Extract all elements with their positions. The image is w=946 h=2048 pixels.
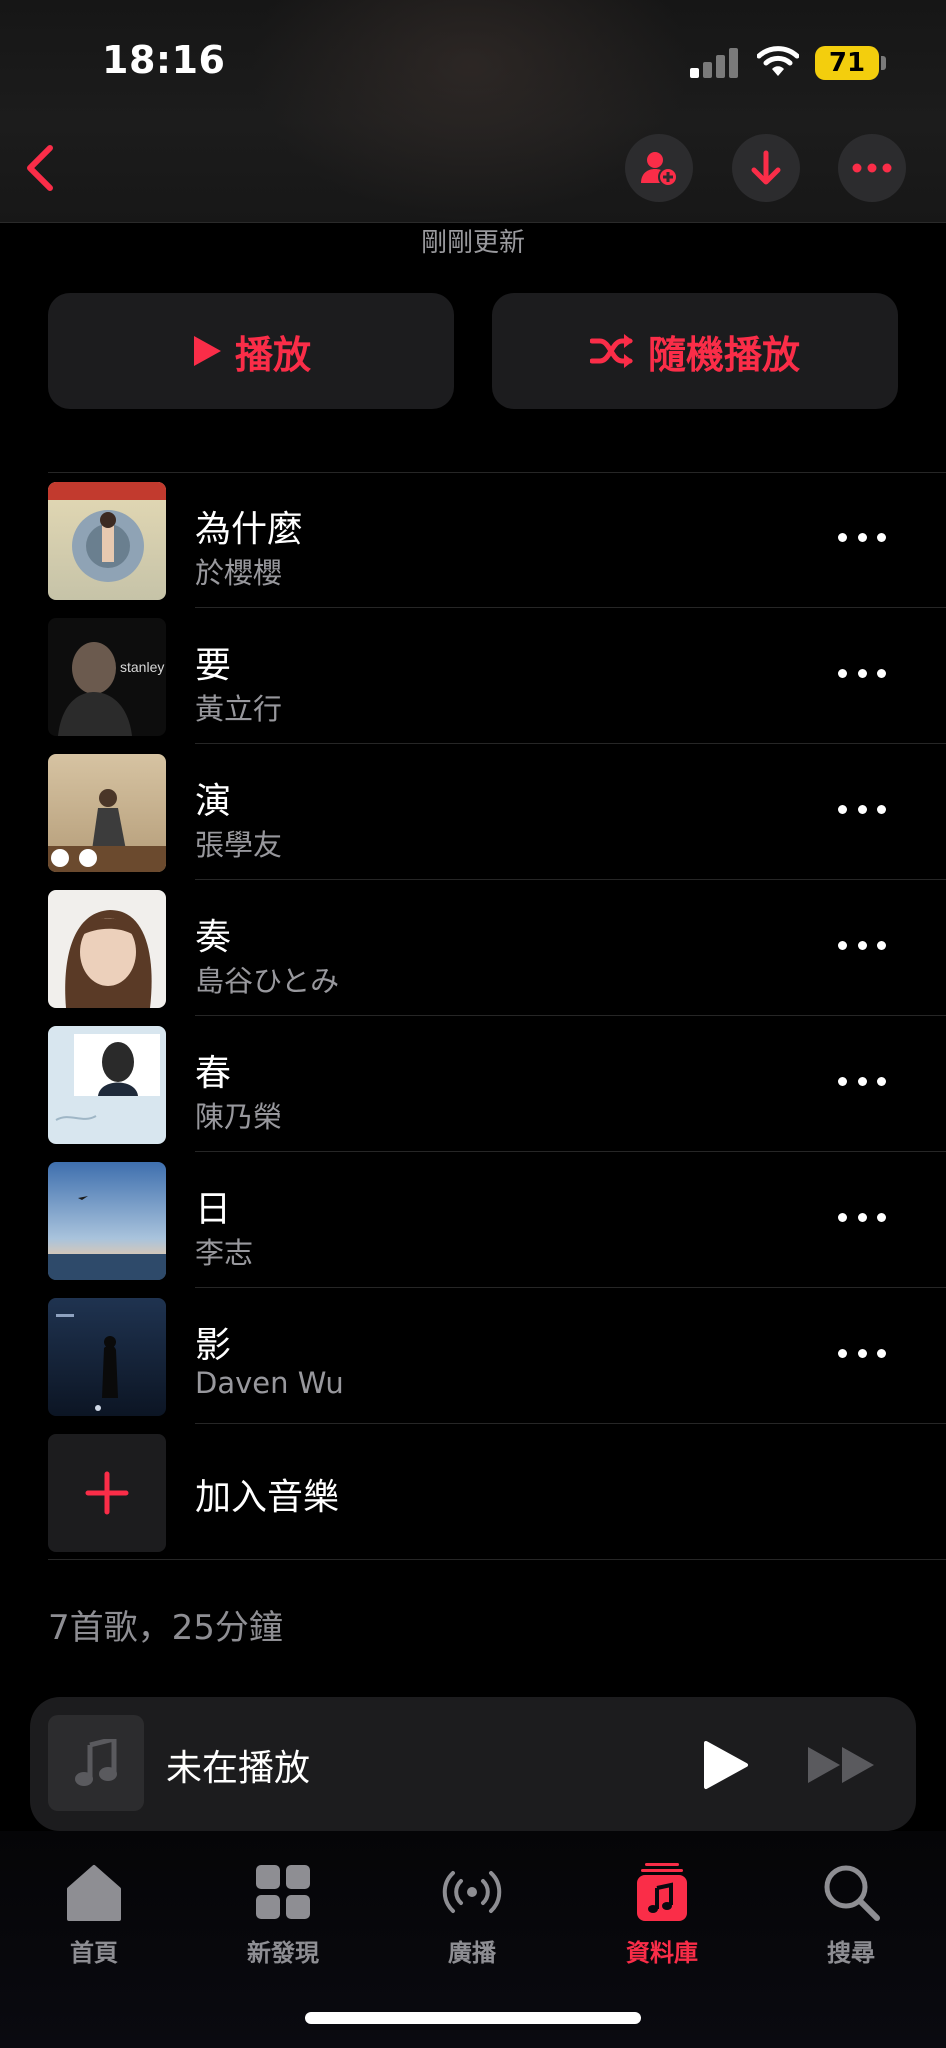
tab-library[interactable]: 資料庫 — [587, 1861, 737, 1968]
mini-player[interactable]: 未在播放 — [30, 1697, 916, 1831]
play-button[interactable]: 播放 — [48, 293, 454, 409]
shuffle-button[interactable]: 隨機播放 — [492, 293, 898, 409]
svg-text:stanley: stanley — [120, 659, 164, 675]
music-note-icon — [75, 1739, 117, 1786]
more-options-button[interactable] — [838, 134, 906, 202]
song-row[interactable]: 影 Daven Wu — [0, 1288, 946, 1424]
album-artwork — [48, 482, 166, 600]
download-button[interactable] — [732, 134, 800, 202]
updated-label: 剛剛更新 — [420, 228, 525, 258]
status-time: 18:16 — [102, 38, 226, 82]
tab-label: 首頁 — [70, 1939, 118, 1967]
song-row[interactable]: 日 李志 — [0, 1152, 946, 1288]
plus-icon — [85, 1471, 129, 1515]
add-music-button[interactable] — [48, 1434, 166, 1552]
play-icon — [193, 336, 221, 366]
song-artist: 於櫻櫻 — [195, 556, 283, 590]
album-artwork — [48, 1162, 166, 1280]
song-more-button[interactable] — [838, 1066, 886, 1096]
home-icon — [67, 1865, 121, 1921]
song-artist: 島谷ひとみ — [195, 964, 340, 998]
mini-play-button[interactable] — [696, 1737, 752, 1793]
add-music-row[interactable]: 加入音樂 — [0, 1424, 946, 1560]
battery-indicator: 71 — [815, 46, 879, 80]
playlist-summary: 7首歌，25分鐘 — [48, 1608, 283, 1648]
search-icon — [824, 1865, 880, 1921]
tab-label: 搜尋 — [827, 1939, 875, 1967]
tab-radio[interactable]: 廣播 — [397, 1861, 547, 1968]
battery-tip — [881, 56, 886, 70]
shuffle-icon — [589, 334, 633, 368]
song-artist: 李志 — [195, 1236, 254, 1270]
tab-label: 資料庫 — [626, 1939, 698, 1967]
song-more-button[interactable] — [838, 522, 886, 552]
radio-icon — [442, 1871, 502, 1913]
tab-search[interactable]: 搜尋 — [776, 1861, 926, 1968]
song-title: 影 — [195, 1325, 232, 1366]
home-indicator[interactable] — [305, 2012, 641, 2024]
song-more-button[interactable] — [838, 1338, 886, 1368]
back-chevron-icon[interactable] — [18, 140, 62, 196]
song-more-button[interactable] — [838, 930, 886, 960]
song-artist: 黃立行 — [195, 692, 283, 726]
album-artwork — [48, 1298, 166, 1416]
play-button-label: 播放 — [234, 332, 311, 377]
cellular-signal-icon — [690, 46, 740, 78]
header-glow — [250, 0, 690, 222]
tab-browse[interactable]: 新發現 — [208, 1861, 358, 1968]
song-title: 要 — [195, 645, 232, 686]
fast-forward-button[interactable] — [806, 1741, 878, 1789]
row-divider — [48, 1559, 946, 1560]
mini-player-artwork — [48, 1715, 144, 1811]
song-title: 演 — [195, 781, 232, 822]
library-icon — [637, 1863, 687, 1921]
song-more-button[interactable] — [838, 658, 886, 688]
song-row[interactable]: 春 陳乃榮 — [0, 1016, 946, 1152]
add-music-label: 加入音樂 — [195, 1477, 340, 1518]
song-artist: 陳乃榮 — [195, 1100, 283, 1134]
grid-icon — [256, 1865, 310, 1919]
song-row[interactable]: 演 張學友 — [0, 744, 946, 880]
tab-home[interactable]: 首頁 — [19, 1861, 169, 1968]
song-title: 奏 — [195, 917, 232, 958]
song-more-button[interactable] — [838, 794, 886, 824]
album-artwork — [48, 754, 166, 872]
album-artwork: stanley — [48, 618, 166, 736]
song-artist: Daven Wu — [195, 1366, 344, 1400]
song-row[interactable]: 奏 島谷ひとみ — [0, 880, 946, 1016]
download-arrow-icon — [751, 150, 781, 185]
song-row[interactable]: 為什麼 於櫻櫻 — [0, 472, 946, 608]
person-add-icon — [641, 152, 678, 187]
song-title: 為什麼 — [195, 509, 304, 550]
song-title: 春 — [195, 1053, 232, 1094]
album-artwork — [48, 890, 166, 1008]
shuffle-button-label: 隨機播放 — [647, 332, 800, 377]
wifi-icon — [757, 46, 799, 76]
song-row[interactable]: stanley 要 黃立行 — [0, 608, 946, 744]
tab-label: 新發現 — [247, 1939, 319, 1967]
song-more-button[interactable] — [838, 1202, 886, 1232]
song-artist: 張學友 — [195, 828, 283, 862]
add-collaborator-button[interactable] — [625, 134, 693, 202]
mini-player-title: 未在播放 — [166, 1748, 311, 1789]
tab-label: 廣播 — [448, 1939, 496, 1967]
album-artwork — [48, 1026, 166, 1144]
song-title: 日 — [195, 1189, 232, 1230]
ellipsis-icon — [852, 163, 892, 173]
